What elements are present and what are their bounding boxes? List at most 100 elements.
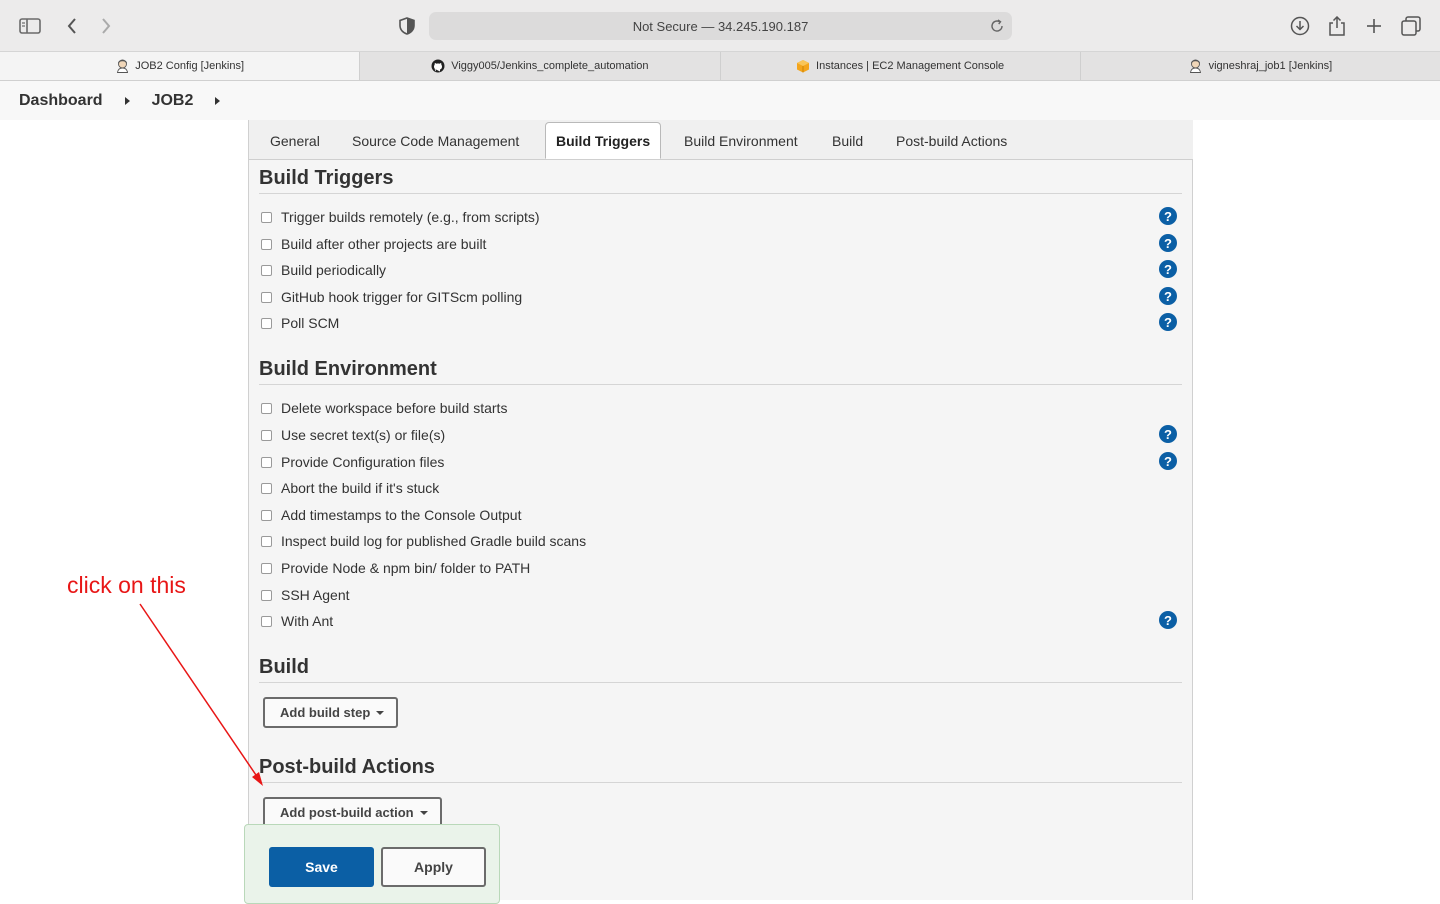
add-build-step-label: Add build step — [280, 705, 371, 720]
browser-tab-label: JOB2 Config [Jenkins] — [135, 60, 245, 72]
section-divider — [259, 782, 1182, 783]
help-icon[interactable]: ? — [1159, 207, 1177, 225]
checkbox[interactable] — [261, 589, 272, 601]
option-build-periodically[interactable]: Build periodically — [261, 260, 386, 280]
tab-general[interactable]: General — [260, 122, 330, 160]
tab-build-environment[interactable]: Build Environment — [674, 122, 808, 160]
help-icon[interactable]: ? — [1159, 452, 1177, 470]
checkbox[interactable] — [261, 264, 272, 276]
browser-tab-strip: JOB2 Config [Jenkins] Viggy005/Jenkins_c… — [0, 52, 1440, 81]
option-label: Build after other projects are built — [281, 236, 487, 252]
option-label: Delete workspace before build starts — [281, 400, 508, 416]
caret-down-icon — [419, 810, 428, 815]
browser-tab-label: Instances | EC2 Management Console — [816, 60, 1005, 72]
checkbox[interactable] — [261, 509, 272, 521]
sidebar-toggle-icon[interactable] — [18, 14, 42, 38]
tab-build-triggers[interactable]: Build Triggers — [545, 122, 662, 159]
tab-build[interactable]: Build — [822, 122, 873, 160]
option-build-after-other-projects[interactable]: Build after other projects are built — [261, 234, 486, 254]
option-label: Provide Configuration files — [281, 454, 445, 470]
breadcrumb-dashboard[interactable]: Dashboard — [19, 92, 103, 110]
checkbox[interactable] — [261, 402, 272, 414]
option-poll-scm[interactable]: Poll SCM — [261, 313, 339, 333]
option-with-ant[interactable]: With Ant — [261, 611, 333, 631]
option-provide-configuration-files[interactable]: Provide Configuration files — [261, 452, 444, 472]
option-label: Use secret text(s) or file(s) — [281, 427, 446, 443]
add-post-build-action-label: Add post-build action — [280, 805, 414, 820]
add-build-step-button[interactable]: Add build step — [263, 697, 398, 728]
browser-tab-job1[interactable]: vigneshraj_job1 [Jenkins] — [1081, 52, 1440, 80]
section-title-post-build-actions: Post-build Actions — [259, 756, 435, 778]
option-label: Poll SCM — [281, 315, 340, 331]
url-text: Not Secure — 34.245.190.187 — [632, 18, 809, 34]
option-label: Provide Node & npm bin/ folder to PATH — [281, 560, 531, 576]
help-icon[interactable]: ? — [1159, 260, 1177, 278]
tab-source-code-management[interactable]: Source Code Management — [342, 122, 529, 160]
checkbox[interactable] — [261, 456, 272, 468]
config-panel: General Source Code Management Build Tri… — [248, 120, 1193, 900]
tab-overview-icon[interactable] — [1399, 14, 1423, 38]
checkbox[interactable] — [261, 482, 272, 494]
option-label: Abort the build if it's stuck — [281, 480, 440, 496]
help-icon[interactable]: ? — [1159, 234, 1177, 252]
option-provide-node-npm[interactable]: Provide Node & npm bin/ folder to PATH — [261, 558, 530, 578]
option-delete-workspace[interactable]: Delete workspace before build starts — [261, 398, 507, 418]
option-label: Build periodically — [281, 262, 387, 278]
checkbox[interactable] — [261, 562, 272, 574]
breadcrumb-separator-icon[interactable] — [215, 96, 221, 105]
new-tab-icon[interactable] — [1362, 14, 1386, 38]
section-title-build: Build — [259, 656, 309, 678]
forward-icon[interactable] — [94, 14, 118, 38]
help-icon[interactable]: ? — [1159, 313, 1177, 331]
option-use-secret-text[interactable]: Use secret text(s) or file(s) — [261, 425, 445, 445]
reload-icon[interactable] — [988, 17, 1006, 35]
checkbox[interactable] — [261, 615, 272, 627]
browser-tab-label: vigneshraj_job1 [Jenkins] — [1208, 60, 1333, 72]
option-abort-if-stuck[interactable]: Abort the build if it's stuck — [261, 478, 439, 498]
save-button[interactable]: Save — [269, 847, 374, 887]
option-add-timestamps[interactable]: Add timestamps to the Console Output — [261, 505, 521, 525]
config-tab-bar: General Source Code Management Build Tri… — [249, 120, 1193, 160]
github-icon — [431, 59, 445, 73]
breadcrumb-job2[interactable]: JOB2 — [152, 92, 194, 110]
option-inspect-gradle-build-log[interactable]: Inspect build log for published Gradle b… — [261, 531, 586, 551]
option-label: GitHub hook trigger for GITScm polling — [281, 289, 523, 305]
tab-post-build-actions[interactable]: Post-build Actions — [886, 122, 1017, 160]
back-icon[interactable] — [60, 14, 84, 38]
privacy-shield-icon[interactable] — [395, 14, 419, 38]
section-divider — [259, 682, 1182, 683]
browser-toolbar: Not Secure — 34.245.190.187 — [0, 0, 1440, 52]
browser-tab-job2-config[interactable]: JOB2 Config [Jenkins] — [0, 52, 361, 80]
checkbox[interactable] — [261, 238, 272, 250]
checkbox[interactable] — [261, 291, 272, 303]
breadcrumb: Dashboard JOB2 — [0, 81, 1440, 120]
option-github-hook-trigger[interactable]: GitHub hook trigger for GITScm polling — [261, 287, 522, 307]
option-ssh-agent[interactable]: SSH Agent — [261, 585, 350, 605]
apply-button[interactable]: Apply — [381, 847, 486, 887]
checkbox[interactable] — [261, 429, 272, 441]
section-title-build-triggers: Build Triggers — [259, 167, 394, 189]
help-icon[interactable]: ? — [1159, 611, 1177, 629]
browser-tab-ec2[interactable]: Instances | EC2 Management Console — [721, 52, 1081, 80]
checkbox[interactable] — [261, 211, 272, 223]
save-apply-bar: Save Apply — [244, 824, 500, 904]
section-divider — [259, 193, 1182, 194]
caret-down-icon — [376, 710, 385, 715]
help-icon[interactable]: ? — [1159, 287, 1177, 305]
help-icon[interactable]: ? — [1159, 425, 1177, 443]
browser-tab-github[interactable]: Viggy005/Jenkins_complete_automation — [360, 52, 721, 80]
option-trigger-builds-remotely[interactable]: Trigger builds remotely (e.g., from scri… — [261, 207, 540, 227]
address-bar[interactable]: Not Secure — 34.245.190.187 — [429, 12, 1012, 40]
breadcrumb-separator-icon[interactable] — [124, 96, 130, 105]
option-label: With Ant — [281, 613, 334, 629]
jenkins-icon — [1189, 59, 1203, 73]
option-label: Trigger builds remotely (e.g., from scri… — [281, 209, 540, 225]
section-title-build-environment: Build Environment — [259, 358, 437, 380]
download-icon[interactable] — [1288, 14, 1312, 38]
share-icon[interactable] — [1325, 14, 1349, 38]
checkbox[interactable] — [261, 535, 272, 547]
section-divider — [259, 384, 1182, 385]
annotation-text: click on this — [67, 572, 186, 598]
option-label: Inspect build log for published Gradle b… — [281, 533, 587, 549]
checkbox[interactable] — [261, 317, 272, 329]
